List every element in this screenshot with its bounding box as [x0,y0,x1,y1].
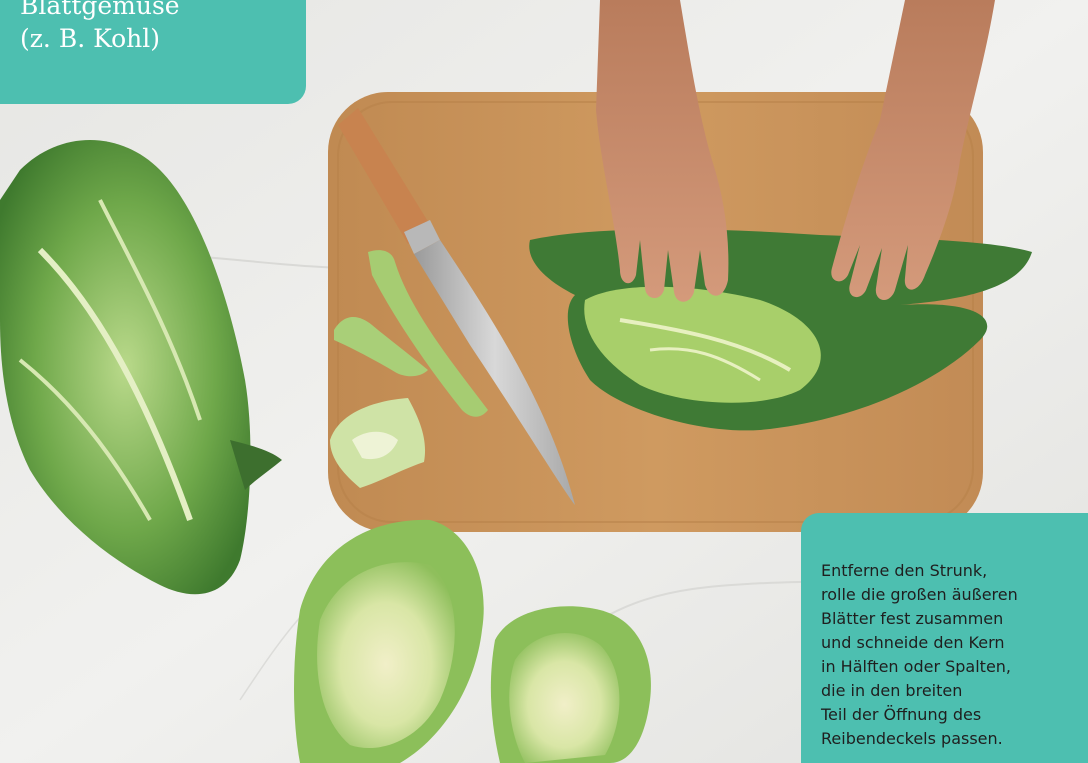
instruction-line: in Hälften oder Spalten, [821,657,1012,676]
instruction-line: Entferne den Strunk, [821,561,988,580]
title-line-2: (z. B. Kohl) [20,24,160,53]
instruction-line: die in den breiten [821,681,963,700]
photo-scene: Blattgemüse (z. B. Kohl) Entferne den St… [0,0,1088,763]
instruction-line: und schneide den Kern [821,633,1005,652]
instructions-box: Entferne den Strunk, rolle die großen äu… [801,513,1088,763]
cabbage-half-right [490,606,651,763]
instruction-line: Teil der Öffnung des [821,705,982,724]
title-box: Blattgemüse (z. B. Kohl) [0,0,306,104]
instruction-line: Blätter fest zusammen [821,609,1004,628]
instruction-line: Reibendeckels passen. [821,729,1003,748]
title-line-1: Blattgemüse [20,0,180,20]
instruction-line: rolle die großen äußeren [821,585,1018,604]
